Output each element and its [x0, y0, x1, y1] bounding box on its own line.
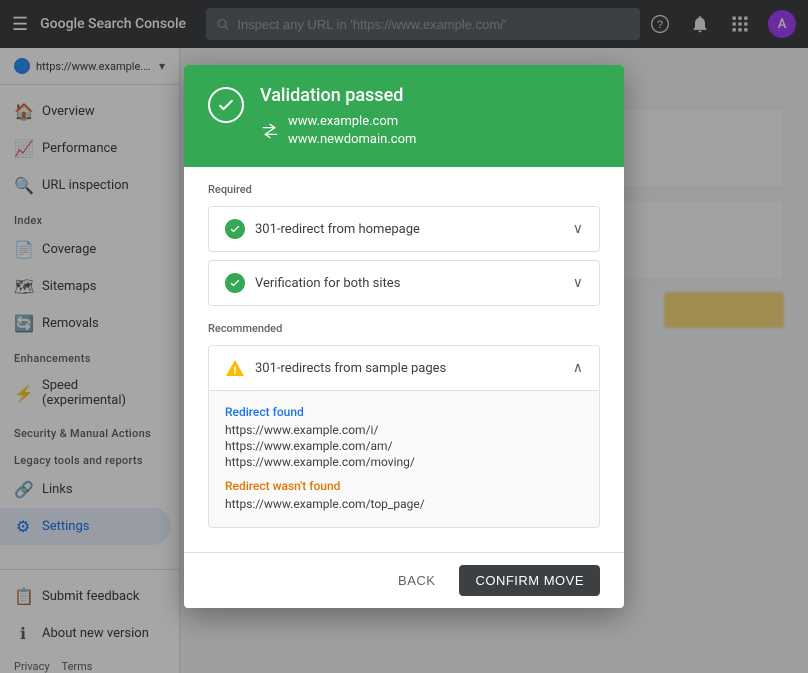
check-item-sample-redirects-label: 301-redirects from sample pages [255, 361, 563, 376]
dialog-body: Required 301-redirect from homepage ∨ Ve… [184, 167, 624, 552]
check-item-sample-redirects: ! 301-redirects from sample pages ∧ Redi… [208, 345, 600, 528]
check-item-verification-label: Verification for both sites [255, 276, 563, 291]
url-from: www.example.com [288, 114, 416, 129]
svg-text:!: ! [233, 365, 237, 377]
dialog-header-info: Validation passed www.example.com www.ne… [260, 85, 600, 147]
recommended-section-label: Recommended [208, 322, 600, 335]
redirect-found-label: Redirect found [225, 405, 583, 419]
check-item-redirect-label: 301-redirect from homepage [255, 222, 563, 237]
chevron-up-icon-sample[interactable]: ∧ [573, 360, 583, 376]
check-item-redirect: 301-redirect from homepage ∨ [208, 206, 600, 252]
warning-icon: ! [225, 358, 245, 378]
validation-dialog: Validation passed www.example.com www.ne… [184, 65, 624, 608]
confirm-move-button[interactable]: CONFIRM MOVE [459, 565, 600, 596]
chevron-down-icon-redirect[interactable]: ∨ [573, 221, 583, 237]
check-pass-icon-verification [225, 273, 245, 293]
back-button[interactable]: BACK [386, 565, 447, 596]
dialog-header-url-list: www.example.com www.newdomain.com [288, 114, 416, 147]
redirect-url-2: https://www.example.com/am/ [225, 439, 583, 453]
redirect-url-1: https://www.example.com/i/ [225, 423, 583, 437]
check-item-sample-redirects-expanded: Redirect found https://www.example.com/i… [209, 390, 599, 527]
url-migration [260, 121, 280, 141]
redirect-url-missing-1: https://www.example.com/top_page/ [225, 497, 583, 511]
redirect-not-found-label: Redirect wasn't found [225, 479, 583, 493]
dialog-header-urls: www.example.com www.newdomain.com [260, 114, 600, 147]
dialog-title: Validation passed [260, 85, 600, 106]
validation-check-icon [208, 87, 244, 123]
chevron-down-icon-verification[interactable]: ∨ [573, 275, 583, 291]
check-item-verification: Verification for both sites ∨ [208, 260, 600, 306]
check-item-sample-redirects-header[interactable]: ! 301-redirects from sample pages ∧ [209, 346, 599, 390]
redirect-url-3: https://www.example.com/moving/ [225, 455, 583, 469]
dialog-footer: BACK CONFIRM MOVE [184, 552, 624, 608]
dialog-header: Validation passed www.example.com www.ne… [184, 65, 624, 167]
migration-arrow-icon [260, 121, 280, 141]
url-to: www.newdomain.com [288, 132, 416, 147]
modal-overlay: Validation passed www.example.com www.ne… [0, 0, 808, 673]
check-item-redirect-header[interactable]: 301-redirect from homepage ∨ [209, 207, 599, 251]
check-item-verification-header[interactable]: Verification for both sites ∨ [209, 261, 599, 305]
required-section-label: Required [208, 183, 600, 196]
check-pass-icon-redirect [225, 219, 245, 239]
